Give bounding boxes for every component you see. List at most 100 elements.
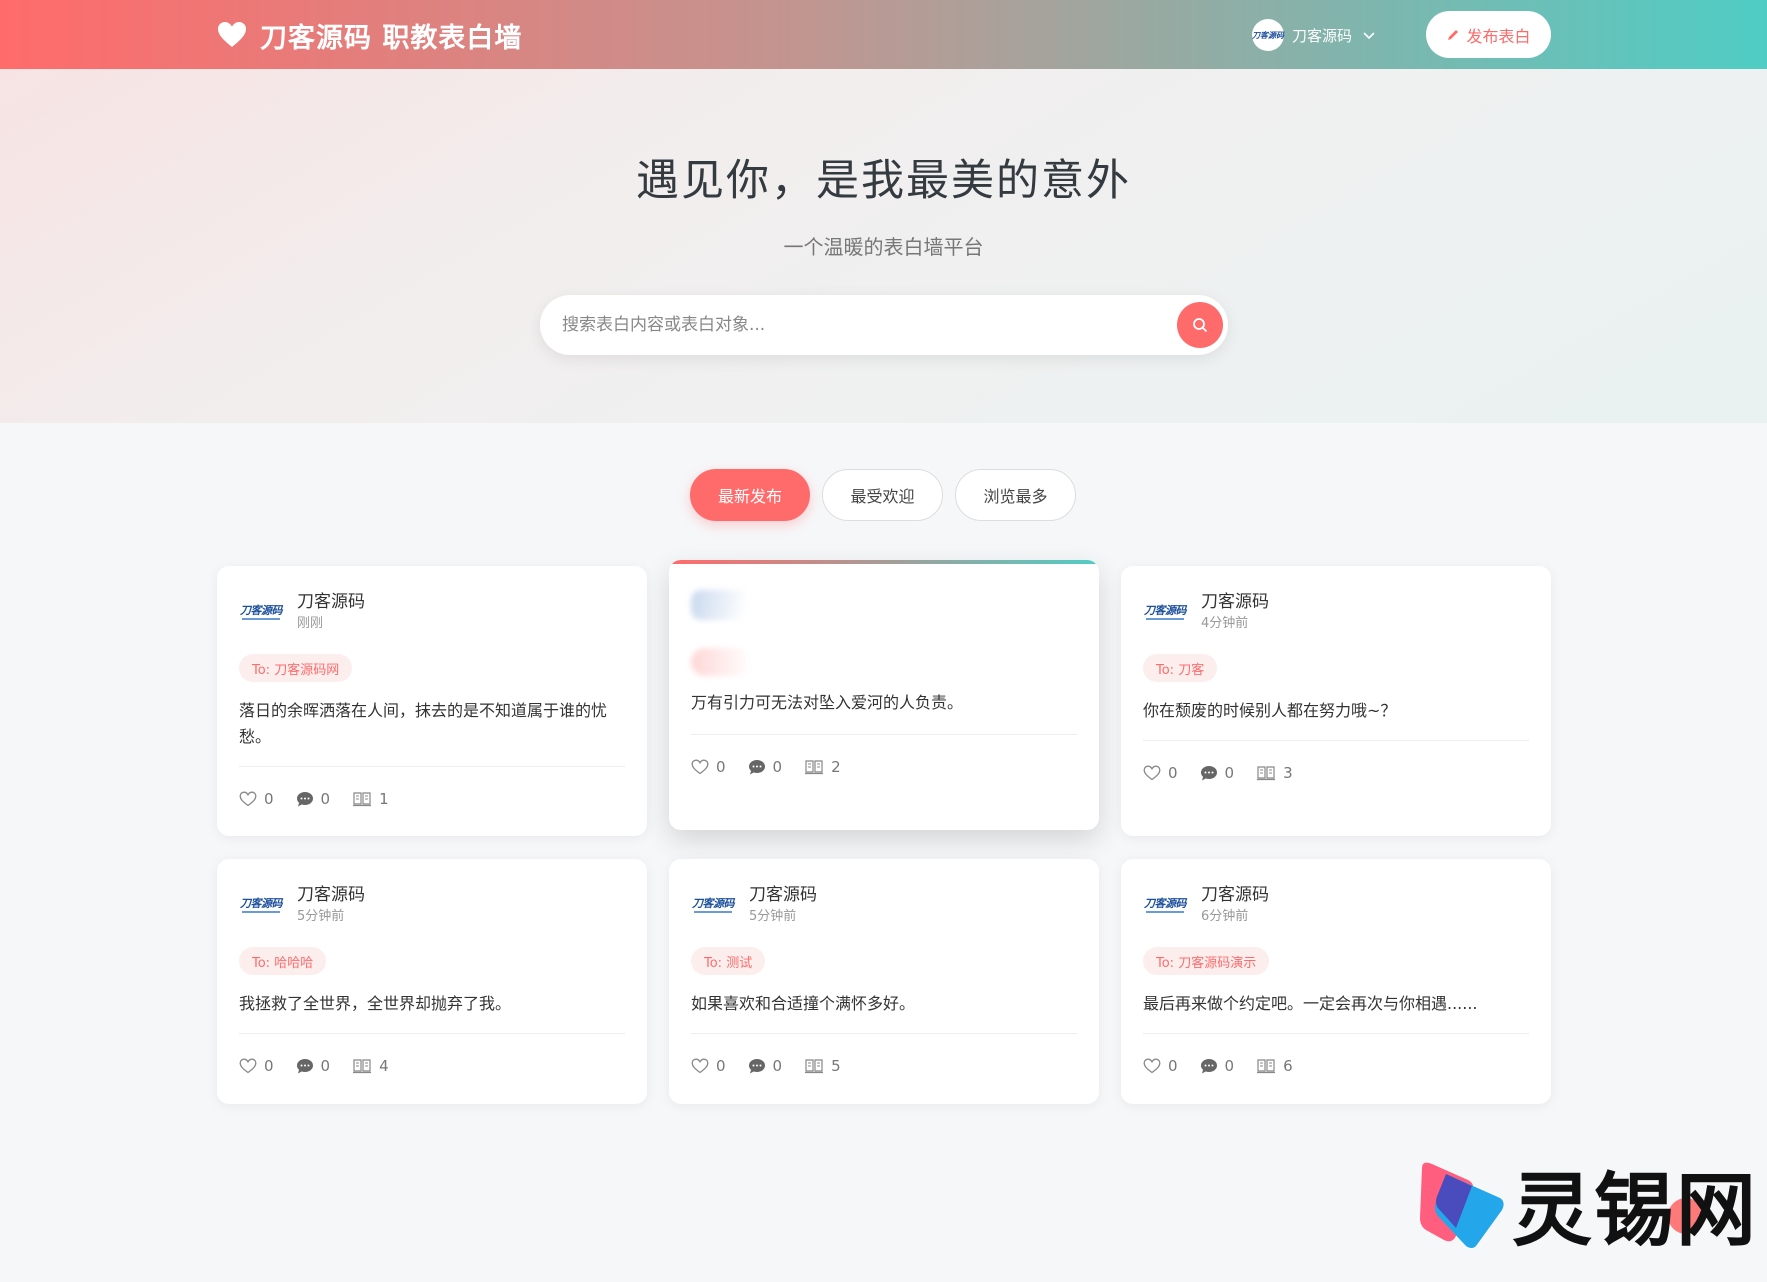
like-button[interactable]: 0 xyxy=(691,758,726,776)
confession-card[interactable]: 刀客源码 刀客源码 5分钟前 To: 哈哈哈 我拯救了全世界，全世界却抛弃了我。… xyxy=(217,859,647,1104)
brand[interactable]: 刀客源码 职教表白墙 xyxy=(216,16,522,54)
author-name: 刀客源码 xyxy=(749,884,817,905)
confession-text: 如果喜欢和合适撞个满怀多好。 xyxy=(691,994,916,1013)
search-icon xyxy=(1193,318,1208,333)
view-count: 6 xyxy=(1283,1057,1293,1075)
like-button[interactable]: 0 xyxy=(1143,1057,1178,1075)
card-stats: 0 0 6 xyxy=(1143,1055,1315,1077)
like-count: 0 xyxy=(1168,1057,1178,1075)
hero-title: 遇见你，是我最美的意外 xyxy=(636,156,1131,206)
watermark-text: 灵锡网 xyxy=(1512,1164,1758,1257)
views-icon xyxy=(1257,766,1276,781)
author-name: 刀客源码 xyxy=(1201,591,1269,612)
avatar-logo-text: 刀客源码 xyxy=(1144,603,1187,617)
view-count: 2 xyxy=(831,758,841,776)
card-stats: 0 0 1 xyxy=(239,788,411,810)
search-input[interactable] xyxy=(562,307,1132,343)
views-icon xyxy=(353,1059,372,1074)
confession-card[interactable]: 刀客源码 刀客源码 5分钟前 To: 测试 如果喜欢和合适撞个满怀多好。 0 0… xyxy=(669,859,1099,1104)
confession-text: 落日的余晖洒落在人间，抹去的是不知道属于谁的忧愁。 xyxy=(239,701,608,746)
top-navbar: 刀客源码 职教表白墙 刀客源码 刀客源码 发布表白 xyxy=(0,0,1767,69)
divider xyxy=(691,1033,1077,1034)
card-header: 刀客源码 刀客源码 4分钟前 xyxy=(1143,590,1269,634)
divider xyxy=(1143,1033,1529,1034)
user-menu[interactable]: 刀客源码 刀客源码 xyxy=(1252,19,1376,51)
comment-count: 0 xyxy=(772,1057,783,1075)
comment-count: 0 xyxy=(1224,764,1235,782)
view-stat: 5 xyxy=(804,1057,841,1075)
comment-button[interactable]: 0 xyxy=(296,790,330,808)
view-count: 4 xyxy=(379,1057,389,1075)
user-name: 刀客源码 xyxy=(1292,26,1353,45)
tab-popular[interactable]: 最受欢迎 xyxy=(822,469,943,521)
views-icon xyxy=(353,792,372,807)
like-button[interactable]: 0 xyxy=(239,790,274,808)
post-time: 6分钟前 xyxy=(1201,908,1249,924)
confession-card[interactable]: 刀客源码 刀客源码 刚刚 To: 刀客源码网 落日的余晖洒落在人间，抹去的是不知… xyxy=(217,566,647,836)
divider xyxy=(239,1033,625,1034)
confession-card[interactable]: 万有引力可无法对坠入爱河的人负责。 0 0 2 xyxy=(669,560,1099,830)
view-stat: 4 xyxy=(352,1057,389,1075)
comment-icon xyxy=(296,1059,313,1074)
confession-text: 最后再来做个约定吧。一定会再次与你相遇...... xyxy=(1143,994,1478,1013)
recipient-tag: To: 刀客源码演示 xyxy=(1143,947,1270,975)
avatar-logo-text: 刀客源码 xyxy=(240,603,283,617)
comment-button[interactable]: 0 xyxy=(1200,764,1235,782)
comment-button[interactable]: 0 xyxy=(748,758,782,776)
divider xyxy=(1143,740,1529,741)
like-button[interactable]: 0 xyxy=(1143,764,1178,782)
card-stats: 0 0 3 xyxy=(1143,762,1315,784)
confession-text: 你在颓废的时候别人都在努力哦~？ xyxy=(1143,701,1397,720)
card-header: 刀客源码 刀客源码 6分钟前 xyxy=(1143,883,1269,927)
search-bar xyxy=(540,295,1228,355)
comment-icon xyxy=(748,1059,765,1074)
view-stat: 1 xyxy=(352,790,389,808)
view-stat: 2 xyxy=(804,758,841,776)
view-count: 1 xyxy=(379,790,389,808)
card-header: 刀客源码 刀客源码 5分钟前 xyxy=(239,883,365,927)
comment-button[interactable]: 0 xyxy=(296,1057,331,1075)
comment-count: 0 xyxy=(320,1057,331,1075)
confession-card[interactable]: 刀客源码 刀客源码 6分钟前 To: 刀客源码演示 最后再来做个约定吧。一定会再… xyxy=(1121,859,1551,1104)
brand-title: 刀客源码 职教表白墙 xyxy=(260,22,523,54)
like-count: 0 xyxy=(716,758,726,776)
post-time: 5分钟前 xyxy=(749,908,797,924)
views-icon xyxy=(805,1059,824,1074)
confession-card[interactable]: 刀客源码 刀客源码 4分钟前 To: 刀客 你在颓废的时候别人都在努力哦~？ 0… xyxy=(1121,566,1551,836)
heart-icon xyxy=(218,22,246,47)
like-button[interactable]: 0 xyxy=(691,1057,726,1075)
post-time: 刚刚 xyxy=(297,615,324,631)
comment-button[interactable]: 0 xyxy=(748,1057,783,1075)
like-icon xyxy=(691,1058,709,1074)
like-count: 0 xyxy=(264,790,274,808)
chevron-down-icon xyxy=(1363,32,1375,40)
card-stats: 0 0 4 xyxy=(239,1055,411,1077)
sort-tabs: 最新发布 最受欢迎 浏览最多 xyxy=(690,469,1088,521)
card-stats: 0 0 5 xyxy=(691,1055,863,1077)
publish-button[interactable]: 发布表白 xyxy=(1426,11,1551,58)
view-count: 3 xyxy=(1283,764,1293,782)
author-avatar xyxy=(691,590,751,620)
comment-icon xyxy=(748,760,765,775)
publish-label: 发布表白 xyxy=(1466,26,1531,46)
like-button[interactable]: 0 xyxy=(239,1057,274,1075)
like-icon xyxy=(239,791,257,807)
author-avatar: 刀客源码 xyxy=(1143,590,1187,634)
like-count: 0 xyxy=(716,1057,726,1075)
author-name: 刀客源码 xyxy=(297,591,365,612)
post-time: 4分钟前 xyxy=(1201,615,1249,631)
pencil-icon xyxy=(1448,29,1459,40)
search-button[interactable] xyxy=(1177,302,1223,348)
avatar-logo-text: 刀客源码 xyxy=(692,896,735,910)
recipient-tag: To: 刀客源码网 xyxy=(239,654,353,682)
avatar: 刀客源码 xyxy=(1252,19,1284,51)
tab-latest[interactable]: 最新发布 xyxy=(690,469,810,521)
tab-most-viewed[interactable]: 浏览最多 xyxy=(955,469,1076,521)
post-time: 5分钟前 xyxy=(297,908,345,924)
hero-subtitle: 一个温暖的表白墙平台 xyxy=(783,235,984,259)
like-icon xyxy=(1143,1058,1161,1074)
comment-icon xyxy=(296,792,313,807)
views-icon xyxy=(1257,1059,1276,1074)
card-accent-bar xyxy=(669,560,1099,564)
comment-button[interactable]: 0 xyxy=(1200,1057,1234,1075)
